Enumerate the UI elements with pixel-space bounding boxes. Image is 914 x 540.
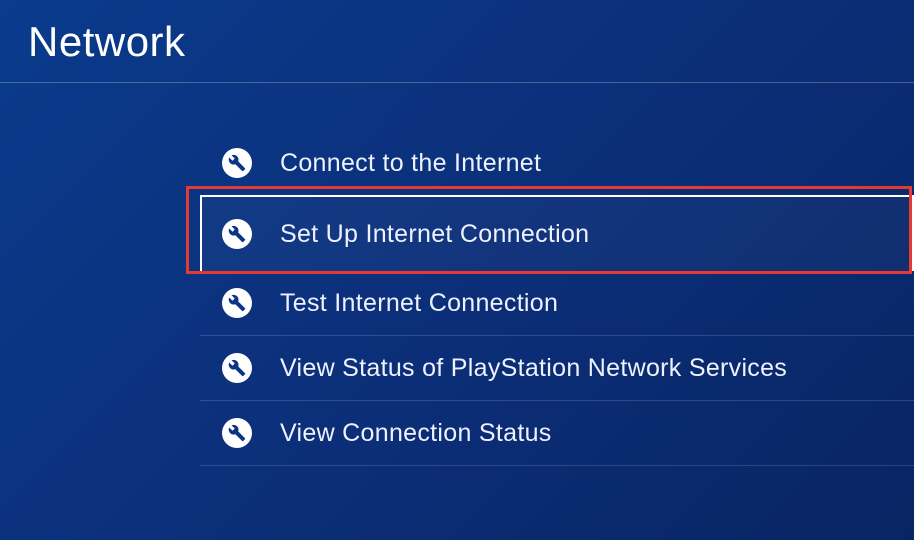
menu-item-setup-connection[interactable]: Set Up Internet Connection [200, 195, 914, 271]
wrench-icon [222, 219, 252, 249]
menu-item-label: Test Internet Connection [280, 289, 558, 318]
page-header: Network [0, 0, 914, 82]
wrench-icon [222, 353, 252, 383]
page-title: Network [28, 18, 886, 66]
wrench-icon [222, 148, 252, 178]
menu-item-psn-status[interactable]: View Status of PlayStation Network Servi… [200, 336, 914, 401]
wrench-icon [222, 418, 252, 448]
menu-item-label: Set Up Internet Connection [280, 220, 589, 249]
menu-item-test-connection[interactable]: Test Internet Connection [200, 271, 914, 336]
menu-item-connect-internet[interactable]: Connect to the Internet [200, 131, 914, 195]
network-menu: Connect to the Internet Set Up Internet … [0, 83, 914, 466]
menu-item-label: View Connection Status [280, 419, 552, 448]
menu-item-connection-status[interactable]: View Connection Status [200, 401, 914, 466]
menu-item-label: View Status of PlayStation Network Servi… [280, 354, 787, 383]
wrench-icon [222, 288, 252, 318]
menu-item-label: Connect to the Internet [280, 149, 541, 178]
